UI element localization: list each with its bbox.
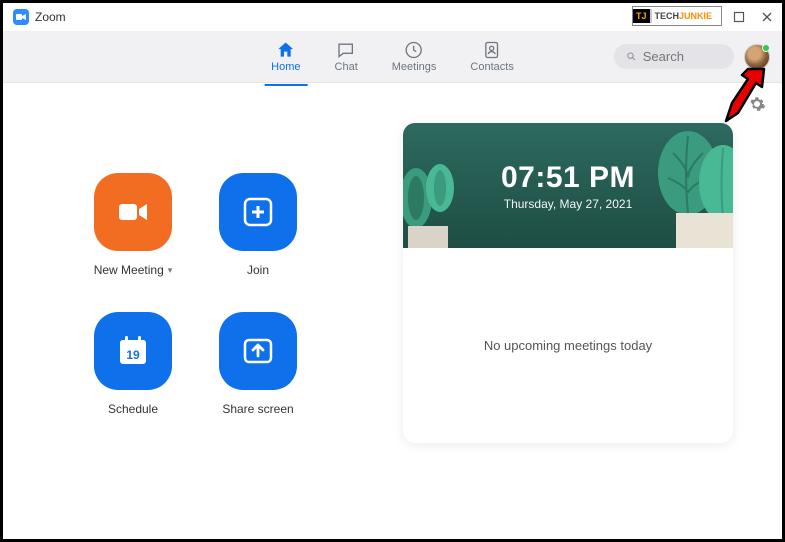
settings-button[interactable] — [748, 95, 766, 118]
actions-panel: New Meeting ▾ Join 19 Schedule Share scr… — [23, 123, 393, 519]
gear-icon — [748, 95, 766, 113]
action-label: New Meeting — [94, 263, 164, 277]
home-icon — [276, 40, 296, 60]
plant-decoration-icon — [648, 128, 733, 248]
video-icon — [113, 192, 153, 232]
no-meetings-text: No upcoming meetings today — [484, 338, 652, 353]
tab-home[interactable]: Home — [259, 36, 312, 77]
watermark-prefix: TJ — [633, 9, 652, 23]
meeting-card: 07:51 PM Thursday, May 27, 2021 No upcom… — [403, 123, 733, 443]
current-time: 07:51 PM — [501, 161, 635, 195]
tab-chat[interactable]: Chat — [323, 36, 370, 77]
tab-contacts[interactable]: Contacts — [458, 36, 525, 77]
search-icon — [626, 50, 637, 63]
chevron-down-icon[interactable]: ▾ — [168, 265, 173, 276]
tab-label: Chat — [335, 61, 358, 73]
calendar-icon: 19 — [114, 332, 152, 370]
share-screen-button[interactable]: Share screen — [198, 312, 318, 416]
action-label: Share screen — [222, 402, 293, 416]
tab-meetings[interactable]: Meetings — [380, 36, 449, 77]
current-date: Thursday, May 27, 2021 — [504, 197, 633, 211]
tab-label: Contacts — [470, 61, 513, 73]
action-label: Schedule — [108, 402, 158, 416]
tab-label: Home — [271, 61, 300, 73]
action-label: Join — [247, 263, 269, 277]
meetings-panel: 07:51 PM Thursday, May 27, 2021 No upcom… — [393, 123, 762, 519]
navbar: Home Chat Meetings Contacts — [3, 31, 782, 83]
chat-icon — [336, 40, 356, 60]
profile-avatar[interactable] — [744, 44, 770, 70]
svg-text:19: 19 — [126, 348, 140, 362]
main-content: New Meeting ▾ Join 19 Schedule Share scr… — [3, 83, 782, 539]
search-input[interactable] — [643, 49, 722, 64]
status-online-icon — [762, 44, 770, 52]
share-up-icon — [240, 333, 276, 369]
window-title: Zoom — [35, 10, 66, 24]
join-button[interactable]: Join — [198, 173, 318, 277]
search-box[interactable] — [614, 44, 734, 69]
clock-icon — [404, 40, 424, 60]
contacts-icon — [482, 40, 502, 60]
new-meeting-button[interactable]: New Meeting ▾ — [73, 173, 193, 277]
close-button[interactable] — [760, 10, 774, 24]
watermark: TJ TECHJUNKIE — [632, 6, 722, 26]
plant-decoration-icon — [403, 158, 458, 248]
maximize-button[interactable] — [732, 10, 746, 24]
zoom-logo-icon — [13, 9, 29, 25]
schedule-button[interactable]: 19 Schedule — [73, 312, 193, 416]
plus-icon — [241, 195, 275, 229]
tab-label: Meetings — [392, 61, 437, 73]
clock-header: 07:51 PM Thursday, May 27, 2021 — [403, 123, 733, 248]
